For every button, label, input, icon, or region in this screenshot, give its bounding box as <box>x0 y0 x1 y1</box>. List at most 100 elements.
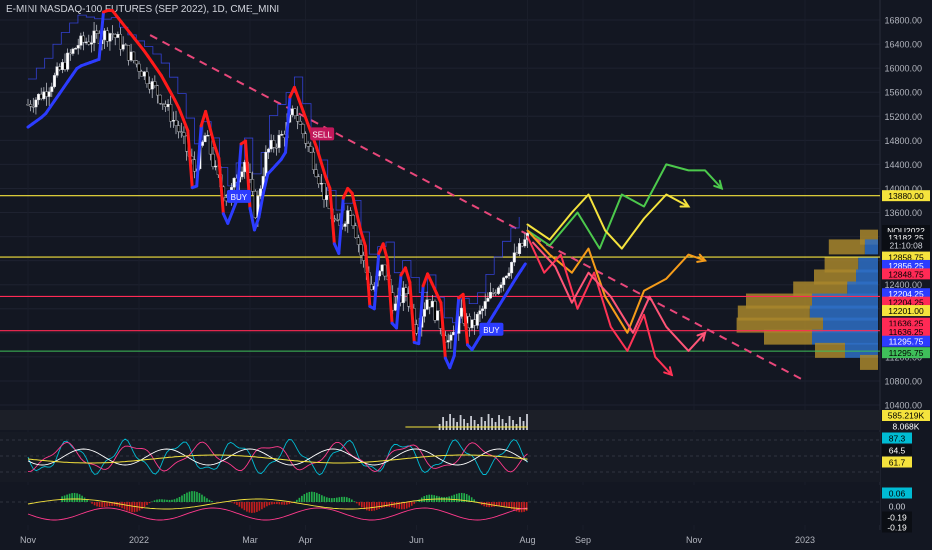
histogram-bar <box>513 502 515 511</box>
candle <box>153 81 157 86</box>
trend-ribbon <box>248 206 256 232</box>
candle <box>108 33 112 42</box>
candle <box>415 324 419 334</box>
candle <box>47 91 51 97</box>
x-tick-label: Nov <box>20 535 37 545</box>
candle <box>42 91 46 100</box>
histogram-bar <box>251 502 253 513</box>
trend-ribbon <box>323 174 332 190</box>
histogram-bar <box>313 492 316 502</box>
histogram-bar <box>361 502 363 508</box>
histogram-bar <box>301 495 303 502</box>
histogram-bar <box>286 502 288 505</box>
price-label-text: 13880.00 <box>888 191 924 201</box>
histogram-bar <box>385 502 388 507</box>
histogram-bar <box>308 491 311 502</box>
candle <box>470 319 474 329</box>
downtrend-line <box>149 34 806 382</box>
histogram-bar <box>93 502 96 506</box>
candle <box>63 62 67 70</box>
histogram-bar <box>68 493 71 502</box>
volume-profile-bar <box>864 239 878 255</box>
candle <box>290 108 294 116</box>
price-label-text: 11295.75 <box>889 348 924 358</box>
volume-bar <box>473 420 476 430</box>
histogram-bar <box>428 494 431 502</box>
y-tick-label: 16000.00 <box>884 64 922 74</box>
histogram-bar <box>63 495 66 502</box>
histogram-bar <box>440 496 443 502</box>
candle <box>121 44 125 50</box>
candle <box>29 104 33 107</box>
histogram-label-text: 0.06 <box>889 489 906 499</box>
candle <box>251 179 255 192</box>
histogram-bar <box>316 492 318 502</box>
candle <box>267 148 271 153</box>
histogram-bar <box>338 497 341 502</box>
candle <box>68 52 72 55</box>
histogram-bar <box>118 502 121 508</box>
histogram-bar <box>353 501 356 502</box>
volume-bar <box>463 419 465 430</box>
histogram-bar <box>380 502 383 509</box>
volume-bar <box>480 417 483 430</box>
histogram-bar <box>288 502 291 505</box>
histogram-bar <box>298 497 301 502</box>
histogram-bar <box>198 493 201 502</box>
candle <box>523 239 527 247</box>
histogram-bar <box>178 496 181 502</box>
candle <box>296 115 300 122</box>
histogram-bar <box>203 496 206 502</box>
volume-bar <box>501 419 504 430</box>
candle <box>510 261 514 274</box>
candle <box>348 210 352 216</box>
candle <box>346 210 350 224</box>
x-tick-label: Jun <box>409 535 424 545</box>
candle <box>518 243 522 254</box>
candle <box>306 143 310 147</box>
histogram-bar <box>281 502 283 505</box>
histogram-bar <box>208 499 211 502</box>
candle <box>504 275 508 278</box>
histogram-bar <box>518 502 520 513</box>
candle <box>362 255 366 261</box>
histogram-bar <box>410 502 413 506</box>
histogram-bar <box>383 502 386 508</box>
candle <box>317 176 321 184</box>
candle <box>179 131 183 133</box>
histogram-bar <box>483 502 485 507</box>
histogram-bar <box>505 502 508 508</box>
candle <box>428 299 432 308</box>
signal-label: BUY <box>483 326 500 335</box>
candle <box>269 140 273 150</box>
histogram-bar <box>268 502 271 506</box>
y-tick-label: 15600.00 <box>884 88 922 98</box>
volume-bar <box>484 421 486 430</box>
candle <box>304 133 308 144</box>
candle <box>211 153 215 167</box>
candle <box>322 183 326 200</box>
candle <box>145 71 149 84</box>
candle <box>171 120 175 122</box>
candle <box>459 307 463 317</box>
candle <box>192 159 196 172</box>
candle <box>430 301 434 308</box>
histogram-bar <box>336 497 338 502</box>
price-label-text: 21:10:08 <box>889 240 922 250</box>
candle <box>496 287 500 294</box>
trend-ribbon <box>226 210 234 225</box>
histogram-bar <box>433 495 436 502</box>
candle <box>71 48 75 54</box>
candle <box>478 310 482 315</box>
histogram-bar <box>188 491 191 502</box>
histogram-bar <box>523 502 525 512</box>
trend-ribbon <box>301 109 310 125</box>
volume-bar <box>487 414 490 430</box>
candle <box>475 313 479 326</box>
histogram-bar <box>261 502 263 510</box>
histogram-bar <box>116 502 118 507</box>
price-chart[interactable]: 16800.00 16400.00 16000.00 15600.00 15200.00… <box>0 0 932 550</box>
histogram-label-text: 0.00 <box>889 502 906 512</box>
histogram-bar <box>343 496 346 502</box>
candle <box>467 316 471 329</box>
